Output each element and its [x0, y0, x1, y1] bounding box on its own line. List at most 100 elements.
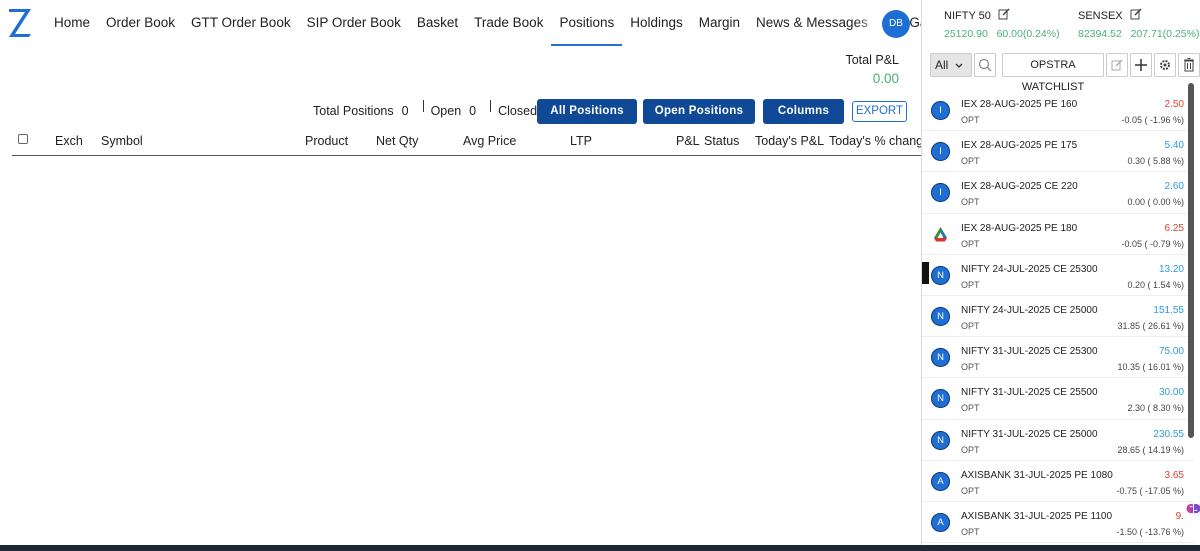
instrument-symbol: IEX 28-AUG-2025 CE 220	[961, 181, 1078, 193]
plus-icon	[1135, 59, 1147, 71]
instrument-symbol: NIFTY 31-JUL-2025 CE 25300	[961, 346, 1098, 358]
watchlist-items: I IEX 28-AUG-2025 PE 160 OPT 2.50 -0.05 ( -1…	[922, 90, 1194, 544]
edit-icon[interactable]	[1130, 8, 1142, 20]
instrument-change: -0.05 ( -1.96 %)	[1121, 115, 1184, 125]
open-positions-button[interactable]: Open Positions	[643, 99, 755, 124]
instrument-badge: N	[931, 306, 950, 326]
watchlist-item[interactable]: IEX 28-AUG-2025 PE 180 OPT 6.25 -0.05 ( -0.…	[922, 214, 1194, 255]
instrument-badge: I	[931, 183, 950, 203]
settings-button[interactable]	[1154, 53, 1176, 77]
watchlist-item[interactable]: N NIFTY 31-JUL-2025 CE 25300 OPT 75.00 10.35…	[922, 337, 1194, 379]
watchlist-scrollbar[interactable]	[1188, 83, 1194, 438]
instrument-change: 0.20 ( 1.54 %)	[1127, 279, 1184, 290]
brand-logo[interactable]	[6, 6, 34, 40]
watchlist-item[interactable]: I IEX 28-AUG-2025 PE 175 OPT 5.40 0.30 ( 5.8…	[922, 131, 1194, 173]
instrument-symbol: AXISBANK 31-JUL-2025 PE 1100	[961, 510, 1113, 522]
column-net-qty[interactable]: Net Qty	[376, 134, 418, 148]
top-navigation: Home Order Book GTT Order Book SIP Order…	[0, 0, 1014, 47]
instrument-ltp: 230.55	[1153, 428, 1184, 440]
nav-trade-book[interactable]: Trade Book	[466, 0, 551, 46]
watchlist-item[interactable]: A AXISBANK 31-JUL-2025 PE 1080 OPT 3.65 -0.7…	[922, 461, 1194, 502]
watchlist-item[interactable]: N NIFTY 24-JUL-2025 CE 25000 OPT 151.55 31.8…	[922, 296, 1194, 338]
nav-gtt-order-book[interactable]: GTT Order Book	[183, 0, 299, 46]
watchlist-item[interactable]: A AXISBANK 31-JUL-2025 PE 1100 OPT 9. -1.50 …	[922, 502, 1194, 544]
column-todays-pnl[interactable]: Today's P&L	[755, 134, 824, 148]
export-button[interactable]: EXPORT	[852, 101, 907, 122]
nav-positions[interactable]: Positions	[551, 0, 623, 46]
all-positions-button[interactable]: All Positions	[537, 99, 637, 124]
select-all-checkbox[interactable]	[18, 134, 28, 144]
watchlist-item[interactable]: N NIFTY 31-JUL-2025 CE 25500 OPT 30.00 2.30 …	[922, 378, 1194, 420]
avatar[interactable]: DB	[882, 10, 910, 38]
instrument-type: OPT	[961, 279, 980, 290]
instrument-change: 2.30 ( 8.30 %)	[1127, 403, 1184, 414]
instrument-symbol: AXISBANK 31-JUL-2025 PE 1080	[961, 469, 1113, 481]
instrument-badge: N	[931, 348, 950, 368]
instrument-change: -0.05 ( -0.79 %)	[1121, 238, 1184, 249]
positions-summary: Total Positions 0 Open 0 Closed 0	[313, 98, 564, 124]
instrument-badge: A	[931, 512, 950, 532]
column-avg-price[interactable]: Avg Price	[463, 134, 516, 148]
instrument-ltp: 2.50	[1164, 99, 1184, 110]
watchlist-name[interactable]: OPSTRA WATCHLIST	[1002, 53, 1104, 93]
instrument-badge: N	[931, 265, 950, 285]
instrument-change: 0.00 ( 0.00 %)	[1127, 197, 1184, 208]
column-product[interactable]: Product	[305, 134, 348, 148]
instrument-type: OPT	[961, 320, 980, 331]
instrument-ltp: 13.20	[1158, 263, 1184, 275]
edit-watchlist-button[interactable]	[1106, 53, 1128, 77]
instrument-symbol: NIFTY 31-JUL-2025 CE 25500	[961, 387, 1098, 399]
nav-overflow-fade	[855, 0, 885, 46]
instrument-type: OPT	[961, 115, 980, 125]
instrument-ltp: 151.55	[1153, 304, 1184, 316]
total-positions-count: 0	[401, 104, 409, 118]
index-value: 82394.52	[1078, 28, 1122, 40]
add-instrument-button[interactable]	[1130, 53, 1152, 77]
instrument-symbol: IEX 28-AUG-2025 PE 180	[961, 222, 1078, 234]
instrument-change: 28.65 ( 14.19 %)	[1117, 444, 1184, 455]
nav-margin[interactable]: Margin	[691, 0, 748, 46]
instrument-symbol: NIFTY 24-JUL-2025 CE 25000	[961, 304, 1098, 316]
index-sensex[interactable]: SENSEX 82394.52 207.71(0.25%)	[1078, 8, 1199, 40]
search-button[interactable]	[974, 53, 996, 77]
nav-basket[interactable]: Basket	[409, 0, 466, 46]
ai-assistant-icon[interactable]	[1186, 501, 1200, 516]
index-change: 207.71(0.25%)	[1130, 28, 1200, 40]
index-name: NIFTY 50	[944, 10, 991, 22]
columns-button[interactable]: Columns	[763, 99, 844, 124]
column-status[interactable]: Status	[704, 134, 739, 148]
column-exch[interactable]: Exch	[55, 134, 83, 148]
index-change: 60.00(0.24%)	[996, 28, 1060, 40]
nav-home[interactable]: Home	[46, 0, 98, 46]
instrument-ltp: 5.40	[1164, 140, 1184, 152]
os-taskbar	[0, 545, 1200, 551]
index-nifty[interactable]: NIFTY 50 25120.90 60.00(0.24%)	[944, 8, 1060, 40]
positions-table-header: Exch Symbol Product Net Qty Avg Price LT…	[12, 130, 930, 156]
chevron-down-icon	[955, 63, 963, 68]
nav-holdings[interactable]: Holdings	[622, 0, 691, 46]
instrument-badge: I	[931, 101, 950, 120]
instrument-badge: N	[931, 430, 950, 450]
watchlist-item[interactable]: N NIFTY 31-JUL-2025 CE 25000 OPT 230.55 28.6…	[922, 420, 1194, 461]
column-pnl[interactable]: P&L	[676, 134, 700, 148]
column-symbol[interactable]: Symbol	[101, 134, 143, 148]
watchlist-item[interactable]: N NIFTY 24-JUL-2025 CE 25300 OPT 13.20 0.20 …	[922, 255, 1194, 296]
edit-icon[interactable]	[998, 8, 1010, 20]
nav-order-book[interactable]: Order Book	[98, 0, 183, 46]
column-ltp[interactable]: LTP	[570, 134, 592, 148]
watchlist-filter-select[interactable]: All	[930, 53, 972, 77]
watchlist-panel: NIFTY 50 25120.90 60.00(0.24%) SENSEX 82…	[921, 0, 1200, 545]
watchlist-item[interactable]: I IEX 28-AUG-2025 CE 220 OPT 2.60 0.00 ( 0.0…	[922, 172, 1194, 214]
instrument-type: OPT	[961, 238, 980, 249]
instrument-logo-icon	[931, 224, 950, 244]
instrument-type: OPT	[961, 485, 980, 496]
collapse-sidebar-handle[interactable]	[922, 262, 929, 284]
instrument-symbol: NIFTY 31-JUL-2025 CE 25000	[961, 428, 1098, 440]
column-todays-change[interactable]: Today's % change	[829, 134, 930, 148]
total-pnl-value: 0.00	[872, 71, 899, 86]
open-positions-label: Open	[430, 104, 462, 118]
nav-sip-order-book[interactable]: SIP Order Book	[299, 0, 409, 46]
delete-watchlist-button[interactable]	[1178, 53, 1200, 77]
watchlist-item[interactable]: I IEX 28-AUG-2025 PE 160 OPT 2.50 -0.05 ( -1…	[922, 90, 1194, 132]
gear-icon	[1160, 60, 1170, 70]
